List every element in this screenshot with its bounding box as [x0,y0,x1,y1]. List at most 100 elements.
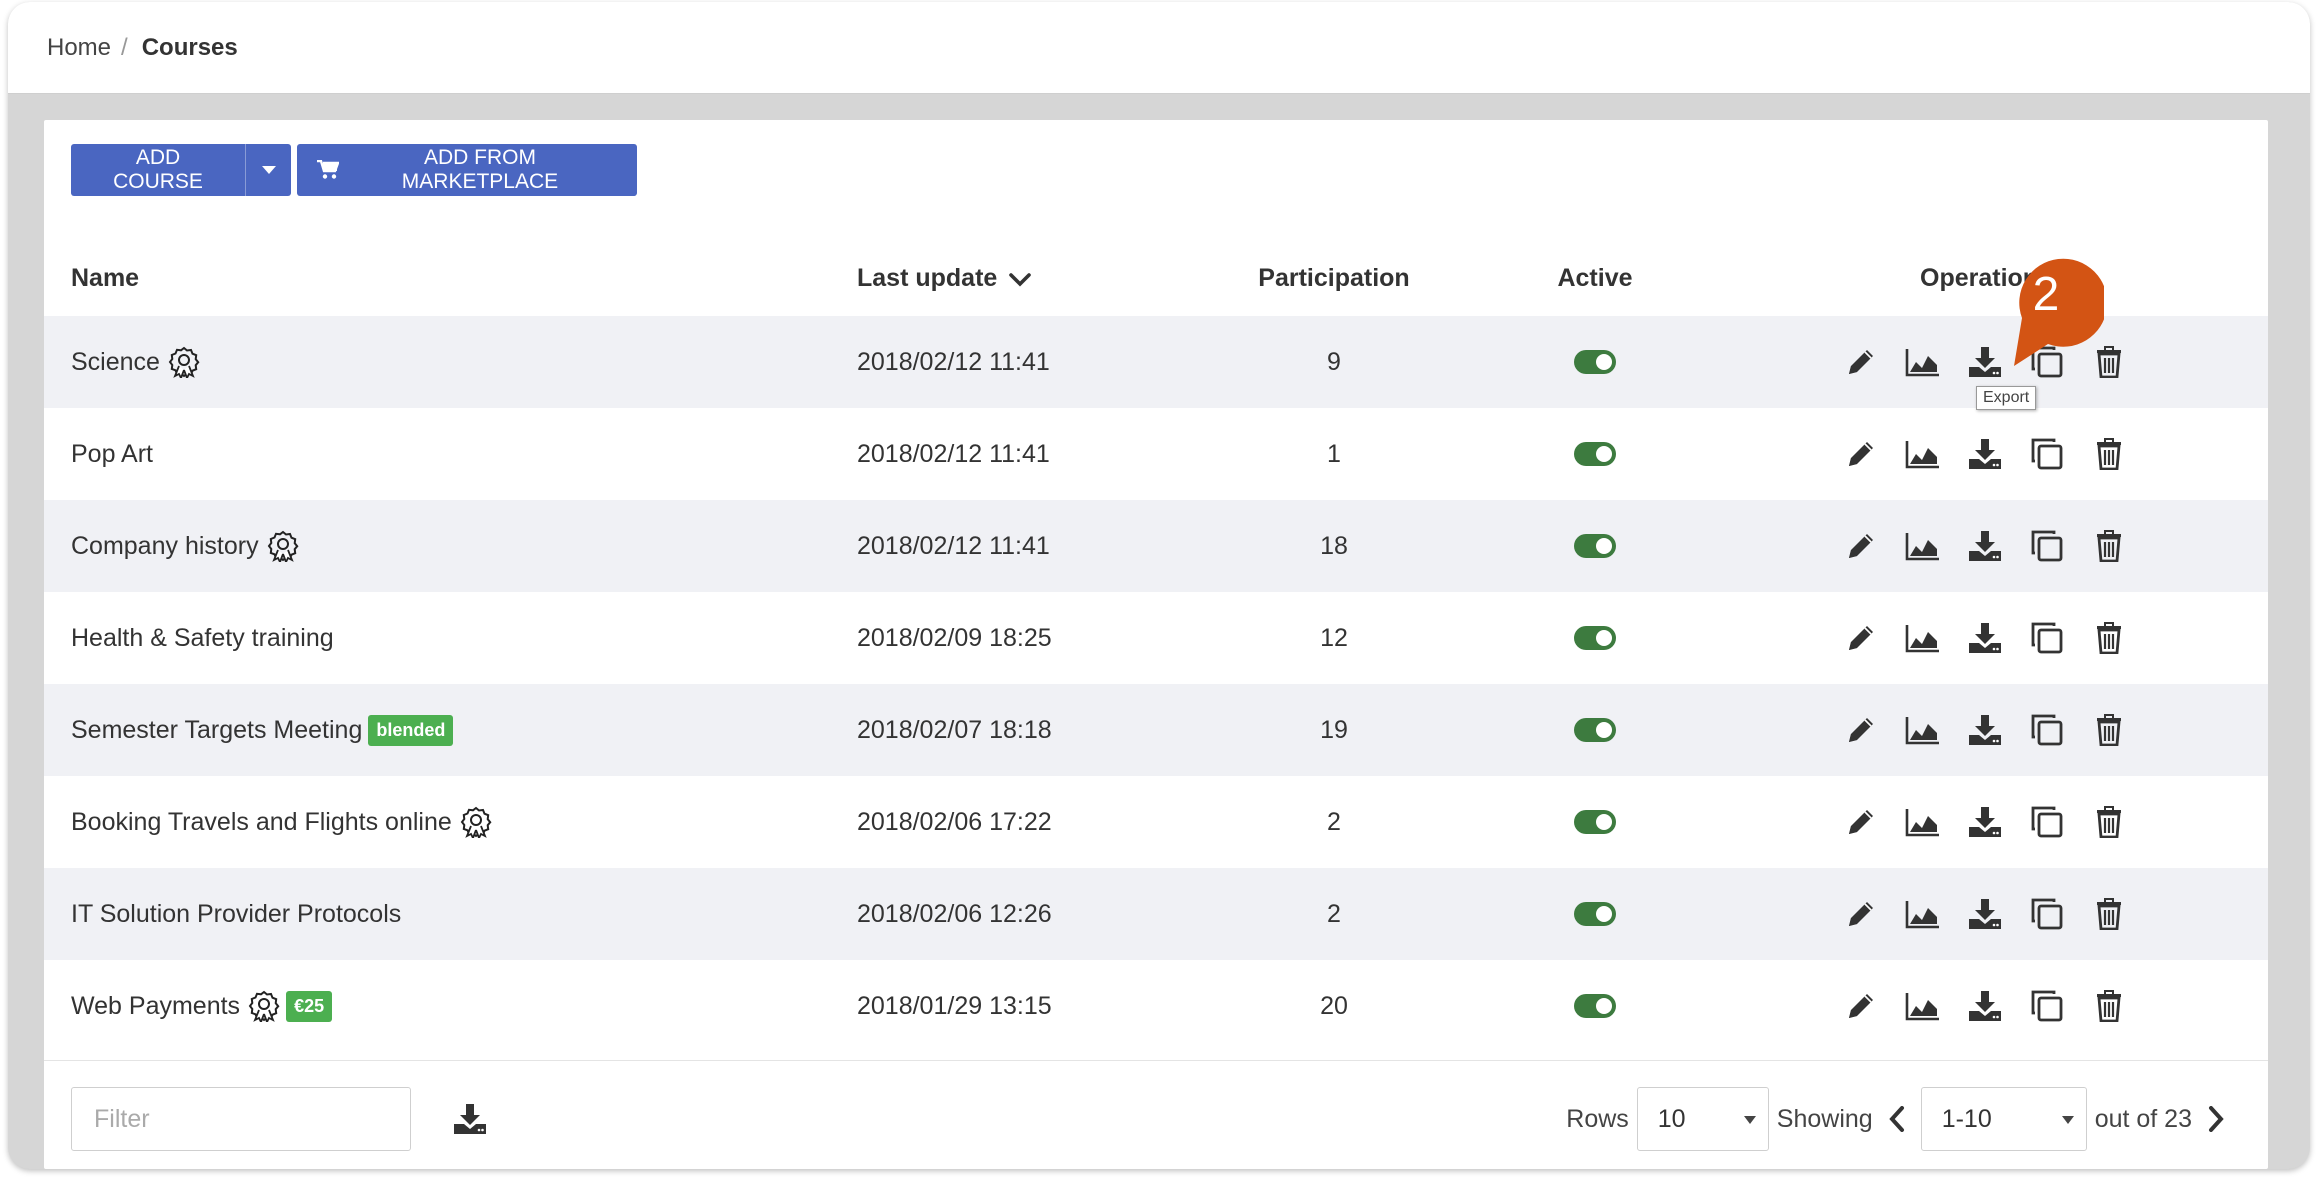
active-toggle[interactable] [1574,810,1616,834]
award-ribbon-icon [460,806,492,838]
course-name[interactable]: Pop Art [71,440,153,469]
operations-cell [1839,960,2149,1052]
edit-course-button[interactable] [1839,524,1883,568]
delete-course-button[interactable] [2087,524,2131,568]
export-course-button[interactable] [1963,892,2007,936]
name-cell: Web Payments €25 [71,960,333,1052]
edit-course-button[interactable] [1839,892,1883,936]
export-tooltip: Export [1976,386,2037,410]
course-statistics-button[interactable] [1901,524,1945,568]
copy-icon [2030,621,2064,655]
active-toggle[interactable] [1574,442,1616,466]
showing-label: Showing [1776,1104,1873,1133]
copy-icon [2030,529,2064,563]
delete-course-button[interactable] [2087,432,2131,476]
edit-course-button[interactable] [1839,340,1883,384]
add-course-button[interactable]: ADD COURSE [71,144,245,196]
export-list-button[interactable] [448,1097,492,1141]
pencil-icon [1845,990,1877,1022]
delete-course-button[interactable] [2087,616,2131,660]
filter-input[interactable] [71,1087,411,1151]
last-update-cell: 2018/02/12 11:41 [857,347,1050,376]
course-statistics-button[interactable] [1901,892,1945,936]
area-chart-icon [1905,439,1941,469]
course-name[interactable]: Booking Travels and Flights online [71,808,452,837]
pencil-icon [1845,438,1877,470]
breadcrumb-home-link[interactable]: Home [47,34,111,62]
active-toggle[interactable] [1574,994,1616,1018]
delete-course-button[interactable] [2087,892,2131,936]
export-course-button[interactable] [1963,708,2007,752]
export-course-button[interactable] [1963,800,2007,844]
course-name[interactable]: Health & Safety training [71,624,334,653]
course-name[interactable]: Science [71,348,160,377]
edit-course-button[interactable] [1839,800,1883,844]
pencil-icon [1845,714,1877,746]
duplicate-course-button[interactable] [2025,800,2069,844]
course-name[interactable]: IT Solution Provider Protocols [71,900,401,929]
pagination: Rows 10 Showing 1-10 out of 23 [1566,1087,2236,1151]
previous-page-button[interactable] [1877,1099,1917,1139]
operations-cell [1839,592,2149,684]
caret-down-icon [261,166,276,174]
operations-cell [1839,776,2149,868]
course-statistics-button[interactable] [1901,984,1945,1028]
column-header-name[interactable]: Name [71,250,139,306]
course-name[interactable]: Semester Targets Meeting [71,716,362,745]
last-update-cell: 2018/01/29 13:15 [857,991,1052,1020]
column-header-last-update[interactable]: Last update [857,250,1032,306]
rows-per-page-select[interactable]: 10 [1636,1087,1769,1151]
active-toggle[interactable] [1574,534,1616,558]
add-from-marketplace-label: ADD FROM MARKETPLACE [401,146,559,193]
duplicate-course-button[interactable] [2025,708,2069,752]
column-header-active[interactable]: Active [1545,250,1645,306]
export-course-button[interactable] [1963,984,2007,1028]
active-toggle[interactable] [1574,350,1616,374]
pencil-icon [1845,898,1877,930]
delete-course-button[interactable] [2087,984,2131,1028]
column-header-last-update-label: Last update [857,264,998,292]
pencil-icon [1845,346,1877,378]
edit-course-button[interactable] [1839,984,1883,1028]
active-toggle[interactable] [1574,902,1616,926]
duplicate-course-button[interactable] [2025,984,2069,1028]
course-statistics-button[interactable] [1901,800,1945,844]
delete-course-button[interactable] [2087,708,2131,752]
area-chart-icon [1905,623,1941,653]
copy-icon [2030,713,2064,747]
name-cell: Science [71,316,200,408]
add-course-dropdown-button[interactable] [245,144,291,196]
name-cell: Semester Targets Meeting blended [71,684,454,776]
column-header-participation[interactable]: Participation [1234,250,1434,306]
duplicate-course-button[interactable] [2025,432,2069,476]
page-range-select[interactable]: 1-10 [1920,1087,2087,1151]
export-course-button[interactable] [1963,616,2007,660]
app-frame: Home / Courses ADD COURSE ADD FROM MARKE… [8,2,2310,1169]
breadcrumb-separator: / [121,34,128,61]
name-cell: IT Solution Provider Protocols [71,868,401,960]
duplicate-course-button[interactable] [2025,524,2069,568]
breadcrumb: Home / Courses [47,34,238,62]
edit-course-button[interactable] [1839,616,1883,660]
active-toggle[interactable] [1574,718,1616,742]
duplicate-course-button[interactable] [2025,892,2069,936]
course-statistics-button[interactable] [1901,708,1945,752]
course-statistics-button[interactable] [1901,432,1945,476]
delete-course-button[interactable] [2087,800,2131,844]
next-page-button[interactable] [2196,1099,2236,1139]
copy-icon [2030,805,2064,839]
edit-course-button[interactable] [1839,432,1883,476]
duplicate-course-button[interactable] [2025,616,2069,660]
course-name[interactable]: Web Payments [71,992,240,1021]
active-toggle[interactable] [1574,626,1616,650]
export-course-button[interactable] [1963,432,2007,476]
export-course-button[interactable] [1963,524,2007,568]
course-name[interactable]: Company history [71,532,259,561]
rows-label: Rows [1566,1104,1629,1133]
table-row: Science 2018/02/12 11:41 9 [44,316,2268,408]
course-statistics-button[interactable] [1901,340,1945,384]
edit-course-button[interactable] [1839,708,1883,752]
award-ribbon-icon [267,530,299,562]
course-statistics-button[interactable] [1901,616,1945,660]
add-from-marketplace-button[interactable]: ADD FROM MARKETPLACE [297,144,637,196]
